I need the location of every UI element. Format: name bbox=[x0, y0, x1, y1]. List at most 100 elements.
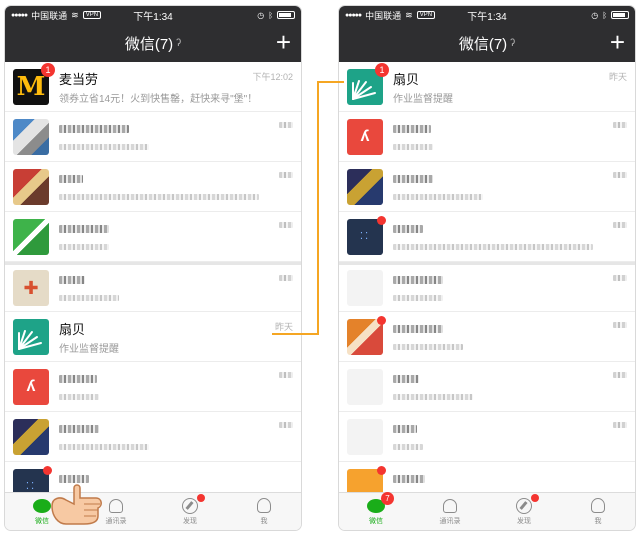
blurred-time bbox=[279, 422, 293, 428]
blurred-preview bbox=[59, 243, 109, 250]
chat-item-blurred[interactable]: ʎ bbox=[339, 112, 635, 162]
pixelated-avatar bbox=[13, 218, 49, 255]
pixelated-avatar bbox=[347, 168, 383, 205]
chat-item-blurred[interactable] bbox=[339, 412, 635, 462]
tab-bar: 7 微信 通讯录 发现 我 bbox=[339, 491, 635, 530]
blurred-time bbox=[613, 372, 627, 378]
pixelated-avatar bbox=[347, 368, 383, 405]
chat-item-blurred[interactable] bbox=[5, 162, 301, 212]
shanbay-logo-icon: 1 bbox=[347, 62, 389, 105]
page-title: 微信(7) bbox=[458, 35, 508, 53]
tap-hand-icon bbox=[51, 484, 102, 525]
unread-dot bbox=[377, 215, 386, 225]
chat-item-blurred[interactable] bbox=[5, 412, 301, 462]
unread-dot bbox=[197, 493, 205, 502]
blurred-time bbox=[279, 172, 293, 178]
contacts-icon bbox=[443, 498, 457, 513]
chat-list[interactable]: 1 扇贝 作业监督提醒 昨天 ʎ ⁚⁚ bbox=[339, 62, 635, 492]
person-icon bbox=[257, 498, 271, 513]
blurred-name bbox=[59, 424, 99, 433]
chat-item-blurred[interactable] bbox=[5, 112, 301, 162]
pixelated-avatar bbox=[13, 418, 49, 455]
compass-icon bbox=[182, 497, 198, 514]
tab-contacts[interactable]: 通讯录 bbox=[413, 493, 487, 530]
status-bar: ●●●●● 中国联通 ≋ VPN 下午1:34 ◷ ᛒ bbox=[339, 6, 635, 24]
pixelated-avatar: ʎ bbox=[347, 118, 383, 155]
tab-me[interactable]: 我 bbox=[561, 493, 635, 530]
ear-icon: ʔ bbox=[510, 37, 516, 49]
chat-item-blurred[interactable] bbox=[339, 312, 635, 362]
blurred-preview bbox=[59, 295, 119, 301]
chat-preview: 领券立省14元！火到快售罄，赶快来寻"堡"！ bbox=[59, 93, 258, 105]
chat-item-blurred[interactable] bbox=[339, 162, 635, 212]
chat-name: 扇贝 bbox=[393, 71, 420, 87]
blurred-time bbox=[613, 222, 627, 228]
chat-list[interactable]: M 1 麦当劳 领券立省14元！火到快售罄，赶快来寻"堡"！ 下午12:02 ✚… bbox=[5, 62, 301, 492]
chat-item-blurred[interactable] bbox=[339, 262, 635, 312]
clock: 下午1:34 bbox=[467, 11, 507, 23]
chat-item-blurred[interactable] bbox=[339, 462, 635, 492]
blurred-name bbox=[393, 124, 431, 133]
tab-label: 微信 bbox=[369, 517, 383, 525]
chat-name: 扇贝 bbox=[59, 321, 86, 337]
plus-icon[interactable]: + bbox=[610, 28, 625, 56]
pixelated-avatar bbox=[347, 270, 383, 306]
blurred-name bbox=[393, 374, 419, 383]
plus-icon[interactable]: + bbox=[276, 28, 291, 56]
chat-item-shanbay[interactable]: 扇贝 作业监督提醒 昨天 bbox=[5, 312, 301, 362]
chat-item-blurred[interactable]: ✚ bbox=[5, 262, 301, 312]
blurred-name bbox=[393, 224, 423, 233]
tab-label: 发现 bbox=[517, 517, 531, 525]
blurred-preview bbox=[393, 193, 483, 200]
chat-time: 昨天 bbox=[608, 72, 627, 82]
pixelated-avatar bbox=[13, 118, 49, 155]
blurred-time bbox=[613, 172, 627, 178]
chat-preview: 作业监督提醒 bbox=[393, 93, 453, 105]
blurred-time bbox=[279, 222, 293, 228]
blurred-name bbox=[59, 374, 97, 383]
nav-bar: 微信(7) ʔ + bbox=[339, 24, 635, 62]
blurred-time bbox=[279, 122, 293, 128]
nav-bar: 微信(7) ʔ + bbox=[5, 24, 301, 62]
tab-label: 我 bbox=[260, 517, 268, 525]
chat-item-blurred[interactable]: ʎ bbox=[5, 362, 301, 412]
blurred-preview bbox=[393, 443, 423, 450]
blurred-time bbox=[613, 322, 627, 328]
blurred-time bbox=[279, 275, 293, 281]
unread-dot bbox=[377, 465, 386, 475]
blurred-time bbox=[613, 422, 627, 428]
pixelated-avatar bbox=[347, 315, 386, 355]
unread-count-badge: 7 bbox=[381, 491, 394, 505]
chat-item-blurred[interactable] bbox=[339, 362, 635, 412]
blurred-name bbox=[59, 124, 129, 133]
chat-item-shanbay[interactable]: 1 扇贝 作业监督提醒 昨天 bbox=[339, 62, 635, 112]
chat-item-blurred[interactable]: ⁚⁚ bbox=[339, 212, 635, 262]
tab-discover[interactable]: 发现 bbox=[487, 493, 561, 530]
blurred-preview bbox=[393, 143, 433, 150]
blurred-name bbox=[59, 224, 109, 233]
phone-screen-before: ●●●●● 中国联通 ≋ VPN 下午1:34 ◷ ᛒ 微信(7) ʔ + M … bbox=[5, 6, 301, 530]
blurred-name bbox=[393, 276, 443, 284]
tab-me[interactable]: 我 bbox=[227, 493, 301, 530]
mcdonalds-logo-icon: M 1 bbox=[13, 62, 55, 105]
blurred-time bbox=[279, 372, 293, 378]
pixelated-avatar: ⁚⁚ bbox=[13, 465, 52, 492]
chat-item-blurred[interactable] bbox=[5, 212, 301, 262]
tab-label: 微信 bbox=[35, 517, 49, 525]
pixelated-avatar: ✚ bbox=[13, 270, 49, 306]
contacts-icon bbox=[109, 498, 123, 513]
page-title: 微信(7) bbox=[124, 35, 174, 53]
pixelated-avatar bbox=[347, 418, 383, 455]
blurred-name bbox=[59, 174, 83, 183]
tab-discover[interactable]: 发现 bbox=[153, 493, 227, 530]
blurred-preview bbox=[393, 343, 463, 350]
tab-label: 我 bbox=[594, 517, 602, 525]
ear-icon: ʔ bbox=[176, 37, 182, 49]
tab-wechat[interactable]: 7 微信 bbox=[339, 491, 413, 530]
unread-badge: 1 bbox=[41, 62, 55, 77]
blurred-preview bbox=[393, 393, 473, 400]
blurred-name bbox=[393, 174, 433, 183]
blurred-preview bbox=[393, 243, 593, 250]
pixelated-avatar: ʎ bbox=[13, 368, 49, 405]
chat-item-mcdonalds[interactable]: M 1 麦当劳 领券立省14元！火到快售罄，赶快来寻"堡"！ 下午12:02 bbox=[5, 62, 301, 112]
